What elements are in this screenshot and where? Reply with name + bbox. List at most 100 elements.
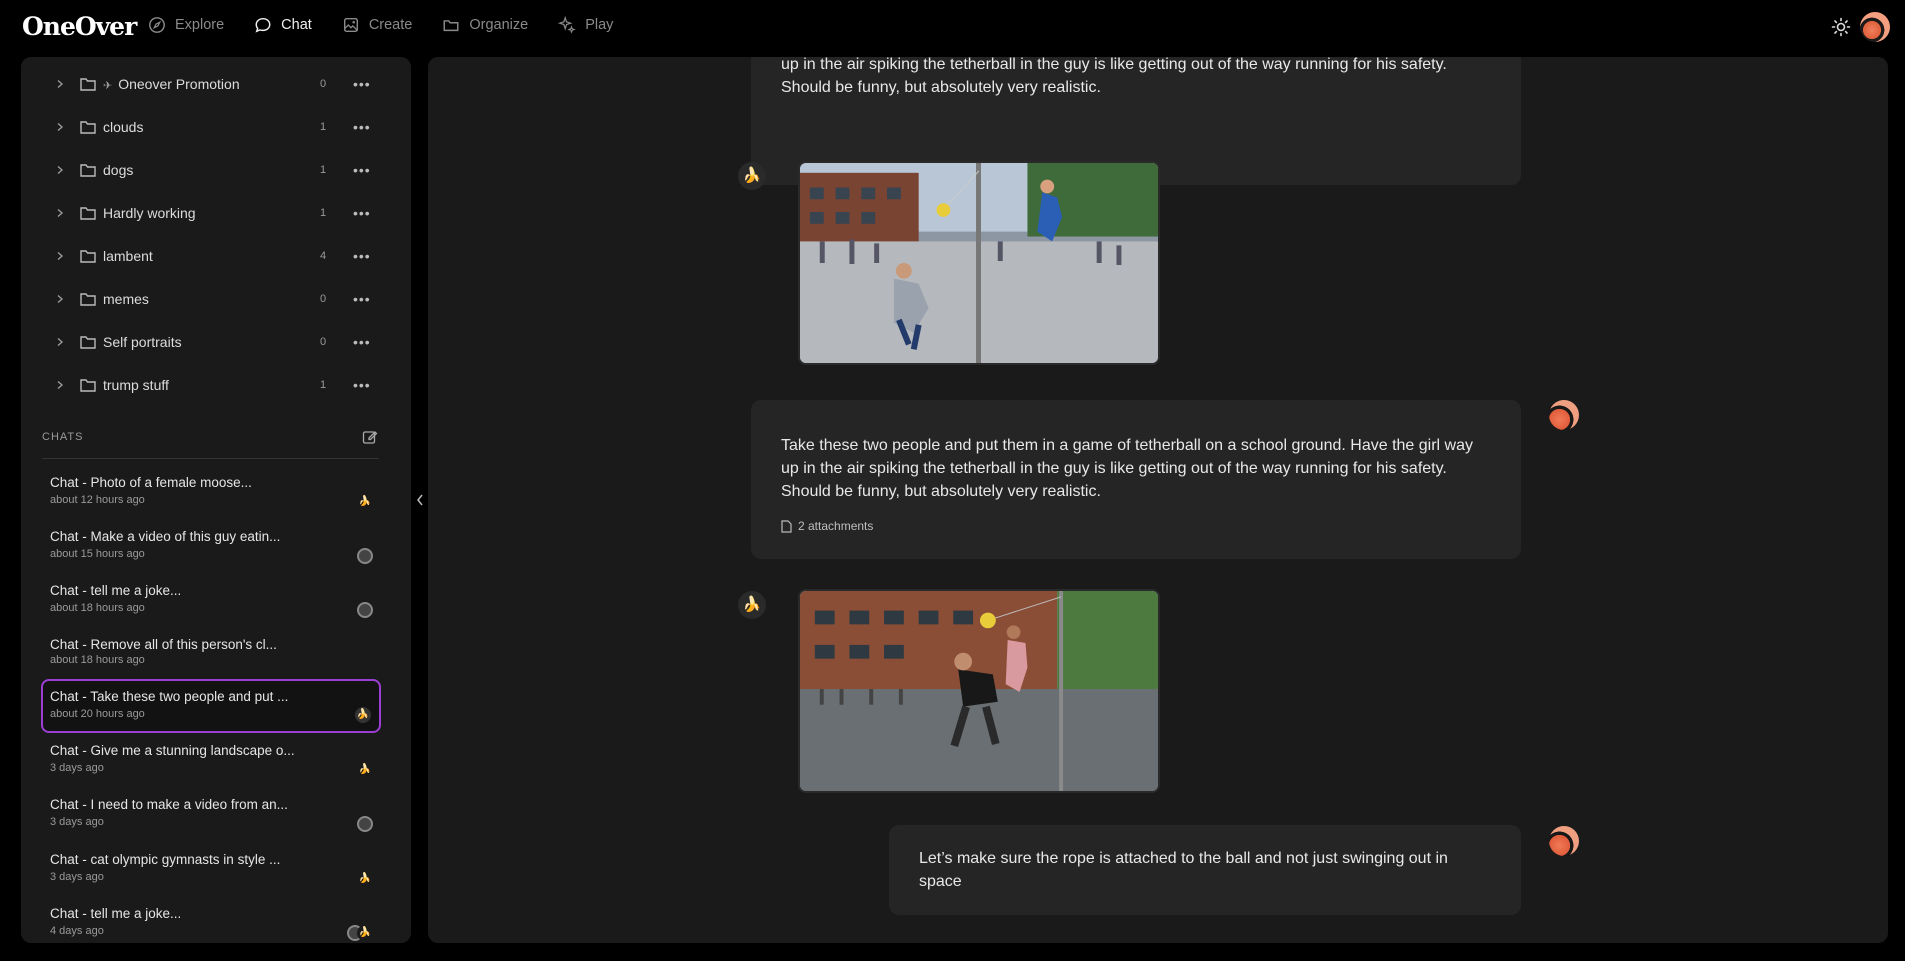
folder-row[interactable]: Hardly working 1 ••• bbox=[21, 193, 411, 233]
folder-name: clouds bbox=[103, 119, 144, 135]
tetherball-scene-2 bbox=[800, 591, 1158, 791]
folder-row[interactable]: ✈ Oneover Promotion 0 ••• bbox=[21, 64, 411, 104]
message-line: Should be funny, but absolutely very rea… bbox=[781, 79, 1101, 96]
chat-time: about 15 hours ago bbox=[50, 548, 145, 560]
chevron-right-icon[interactable] bbox=[55, 294, 65, 304]
banana-icon: 🍌 bbox=[742, 167, 762, 184]
chat-time: about 12 hours ago bbox=[50, 494, 145, 506]
chat-item[interactable]: Chat - tell me a joke... 4 days ago 🍌 bbox=[41, 897, 381, 943]
nav-create-label: Create bbox=[368, 17, 413, 33]
nav-create[interactable]: Create bbox=[342, 16, 413, 34]
nav-chat-label: Chat bbox=[281, 17, 312, 33]
folder-row[interactable]: trump stuff 1 ••• bbox=[21, 365, 411, 405]
generated-image[interactable] bbox=[798, 161, 1160, 365]
message-line: Take these two people and put them in a … bbox=[781, 437, 1473, 454]
chat-item[interactable]: Chat - Remove all of this person's cl...… bbox=[41, 628, 381, 682]
folder-icon bbox=[80, 250, 96, 263]
folder-row[interactable]: Self portraits 0 ••• bbox=[21, 322, 411, 362]
nav-items: Explore Chat Create Organize Play bbox=[148, 16, 613, 34]
banana-icon: 🍌 bbox=[357, 871, 373, 887]
sparkle-icon bbox=[558, 16, 576, 34]
chat-item-selected[interactable]: Chat - Take these two people and put ...… bbox=[41, 679, 381, 733]
top-nav: OneOver Explore Chat Create Organize Pla… bbox=[0, 0, 1905, 56]
folder-icon bbox=[80, 78, 96, 91]
assistant-avatar: 🍌 bbox=[738, 591, 766, 619]
folder-row[interactable]: lambent 4 ••• bbox=[21, 236, 411, 276]
folder-row[interactable]: clouds 1 ••• bbox=[21, 107, 411, 147]
user-avatar[interactable] bbox=[1860, 12, 1890, 42]
user-avatar bbox=[1549, 826, 1579, 856]
chat-item[interactable]: Chat - cat olympic gymnasts in style ...… bbox=[41, 843, 381, 897]
chevron-right-icon[interactable] bbox=[55, 122, 65, 132]
chat-time: about 20 hours ago bbox=[50, 708, 145, 720]
app-logo[interactable]: OneOver bbox=[22, 12, 137, 41]
folder-count: 1 bbox=[319, 379, 327, 391]
message-line: up in the air spiking the tetherball in … bbox=[781, 57, 1447, 73]
chat-item[interactable]: Chat - I need to make a video from an...… bbox=[41, 788, 381, 842]
chevron-right-icon[interactable] bbox=[55, 208, 65, 218]
model-gear-icon bbox=[357, 816, 373, 832]
folder-name: lambent bbox=[103, 248, 153, 264]
chat-time: about 18 hours ago bbox=[50, 602, 145, 614]
chat-item[interactable]: Chat - Photo of a female moose... about … bbox=[41, 466, 381, 520]
banana-icon: 🍌 bbox=[357, 925, 373, 941]
chat-title: Chat - Take these two people and put ... bbox=[50, 689, 289, 704]
user-message-bubble: Let’s make sure the rope is attached to … bbox=[889, 825, 1521, 915]
more-options-icon[interactable]: ••• bbox=[353, 291, 371, 307]
nav-organize[interactable]: Organize bbox=[442, 16, 528, 34]
nav-play-label: Play bbox=[585, 17, 614, 33]
nav-play[interactable]: Play bbox=[558, 16, 613, 34]
chat-item[interactable]: Chat - tell me a joke... about 18 hours … bbox=[41, 574, 381, 628]
message-line: up in the air spiking the tetherball in … bbox=[781, 460, 1447, 477]
new-chat-icon[interactable] bbox=[362, 429, 378, 445]
more-options-icon[interactable]: ••• bbox=[353, 76, 371, 92]
chat-bubble-icon bbox=[255, 17, 271, 33]
attachments-label: 2 attachments bbox=[798, 519, 874, 533]
chevron-right-icon[interactable] bbox=[55, 165, 65, 175]
more-options-icon[interactable]: ••• bbox=[353, 162, 371, 178]
folder-icon bbox=[80, 164, 96, 177]
more-options-icon[interactable]: ••• bbox=[353, 119, 371, 135]
user-message-bubble: Take these two people and put them in a … bbox=[751, 400, 1521, 559]
chevron-right-icon[interactable] bbox=[55, 337, 65, 347]
folder-name: dogs bbox=[103, 162, 134, 178]
message-line: Should be funny, but absolutely very rea… bbox=[781, 483, 1101, 500]
chat-title: Chat - Give me a stunning landscape o... bbox=[50, 743, 295, 758]
collapse-sidebar-icon[interactable] bbox=[416, 494, 424, 506]
chat-item[interactable]: Chat - Make a video of this guy eatin...… bbox=[41, 520, 381, 574]
folder-icon bbox=[80, 207, 96, 220]
folder-name: memes bbox=[103, 291, 149, 307]
chat-title: Chat - Remove all of this person's cl... bbox=[50, 637, 277, 652]
divider bbox=[42, 458, 379, 459]
more-options-icon[interactable]: ••• bbox=[353, 334, 371, 350]
nav-chat[interactable]: Chat bbox=[254, 16, 312, 34]
more-options-icon[interactable]: ••• bbox=[353, 248, 371, 264]
sun-icon[interactable] bbox=[1831, 17, 1851, 37]
assistant-avatar: 🍌 bbox=[738, 162, 766, 190]
folder-icon bbox=[80, 121, 96, 134]
folder-icon bbox=[443, 20, 459, 32]
nav-explore[interactable]: Explore bbox=[148, 16, 224, 34]
folder-count: 1 bbox=[319, 164, 327, 176]
folder-icon bbox=[80, 336, 96, 349]
chevron-right-icon[interactable] bbox=[55, 380, 65, 390]
chevron-right-icon[interactable] bbox=[55, 79, 65, 89]
chat-title: Chat - cat olympic gymnasts in style ... bbox=[50, 852, 281, 867]
folder-count: 1 bbox=[319, 207, 327, 219]
model-gear-icon bbox=[357, 602, 373, 618]
chevron-right-icon[interactable] bbox=[55, 251, 65, 261]
folder-row[interactable]: dogs 1 ••• bbox=[21, 150, 411, 190]
folder-count: 0 bbox=[319, 293, 327, 305]
banana-icon: 🍌 bbox=[357, 494, 373, 510]
chat-time: 4 days ago bbox=[50, 925, 104, 937]
attachments-link[interactable]: 2 attachments bbox=[781, 515, 1491, 538]
banana-icon: 🍌 bbox=[742, 596, 762, 613]
compass-icon bbox=[149, 17, 165, 33]
more-options-icon[interactable]: ••• bbox=[353, 377, 371, 393]
generated-image[interactable] bbox=[798, 589, 1160, 793]
folder-row[interactable]: memes 0 ••• bbox=[21, 279, 411, 319]
chat-time: 3 days ago bbox=[50, 762, 104, 774]
model-gear-icon bbox=[357, 548, 373, 564]
chat-item[interactable]: Chat - Give me a stunning landscape o...… bbox=[41, 734, 381, 788]
more-options-icon[interactable]: ••• bbox=[353, 205, 371, 221]
